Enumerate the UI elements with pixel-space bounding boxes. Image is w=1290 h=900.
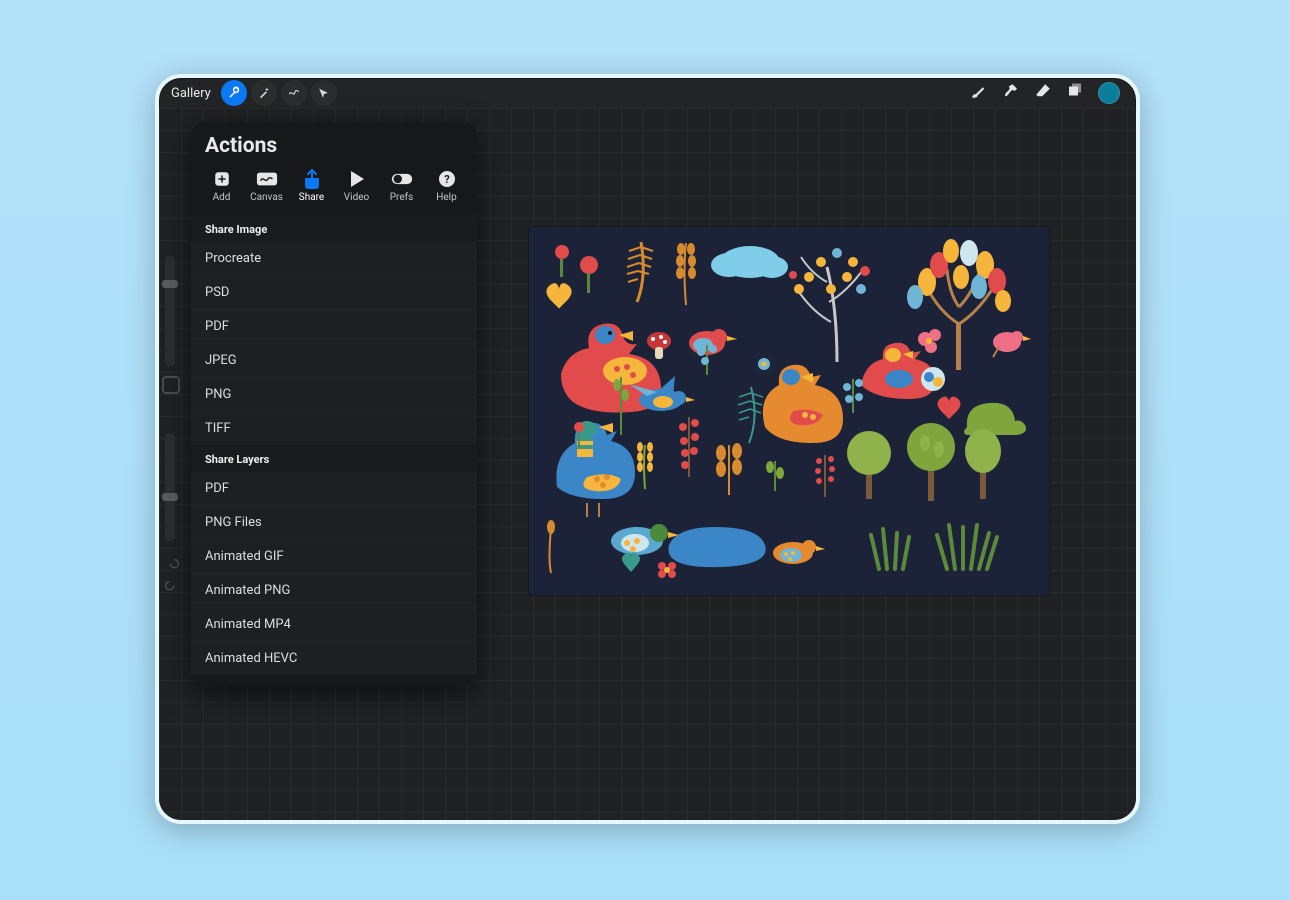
active-color[interactable] [1098,82,1120,104]
topbar-left-group [221,80,337,106]
actions-popover: Actions Add Canvas Share Video Prefs? Help Sh… [191,122,477,686]
modifier-button[interactable] [162,376,180,394]
opacity-slider[interactable] [165,433,175,541]
share-icon [301,170,323,188]
tab-label: Help [436,192,456,203]
tab-prefs[interactable]: Prefs [381,168,422,205]
help-icon: ? [436,170,458,188]
tab-add[interactable]: Add [201,168,242,205]
list-item[interactable]: JPEG [191,343,477,377]
section-header: Share Layers [191,445,477,472]
tablet-device: Gallery [155,74,1140,824]
cursor-icon[interactable] [311,80,337,106]
topbar: Gallery [159,78,1136,108]
tab-label: Prefs [390,192,414,203]
list-item[interactable]: Procreate [191,242,477,275]
layers-icon[interactable] [1066,82,1084,104]
tab-help[interactable]: ? Help [426,168,467,205]
brush-size-slider[interactable] [165,256,175,366]
undo-icon[interactable] [165,556,179,570]
list-item[interactable]: Animated GIF [191,539,477,573]
list-item[interactable]: PDF [191,309,477,343]
tab-video[interactable]: Video [336,168,377,205]
add-icon [211,170,233,188]
list-item[interactable]: PNG Files [191,505,477,539]
gallery-button[interactable]: Gallery [169,86,219,101]
list-item[interactable]: PSD [191,275,477,309]
list-item[interactable]: Animated PNG [191,573,477,607]
tab-label: Canvas [250,192,283,203]
list-item[interactable]: TIFF [191,411,477,445]
list-item[interactable]: Animated MP4 [191,607,477,641]
redo-icon[interactable] [165,578,179,592]
list-item[interactable]: PNG [191,377,477,411]
brush-icon[interactable] [970,82,988,104]
eraser-icon[interactable] [1034,82,1052,104]
topbar-right-group [970,82,1126,104]
canvas-icon [256,170,278,188]
list-item[interactable]: PDF [191,472,477,505]
smudge-icon[interactable] [1002,82,1020,104]
actions-tabs: Add Canvas Share Video Prefs? Help [191,168,477,215]
wand-icon[interactable] [251,80,277,106]
tab-canvas[interactable]: Canvas [246,168,287,205]
tab-label: Video [344,192,369,203]
slider-thumb[interactable] [162,493,178,501]
artwork-canvas [529,227,1049,595]
list-item[interactable]: Animated HEVC [191,641,477,675]
tab-share[interactable]: Share [291,168,332,205]
prefs-icon [391,170,413,188]
section-header: Share Image [191,215,477,242]
svg-text:?: ? [444,173,450,186]
popover-title: Actions [191,122,477,168]
tab-label: Add [213,192,231,203]
video-icon [346,170,368,188]
slider-thumb[interactable] [162,280,178,288]
selection-icon[interactable] [281,80,307,106]
wrench-icon[interactable] [221,80,247,106]
tab-label: Share [299,192,324,203]
